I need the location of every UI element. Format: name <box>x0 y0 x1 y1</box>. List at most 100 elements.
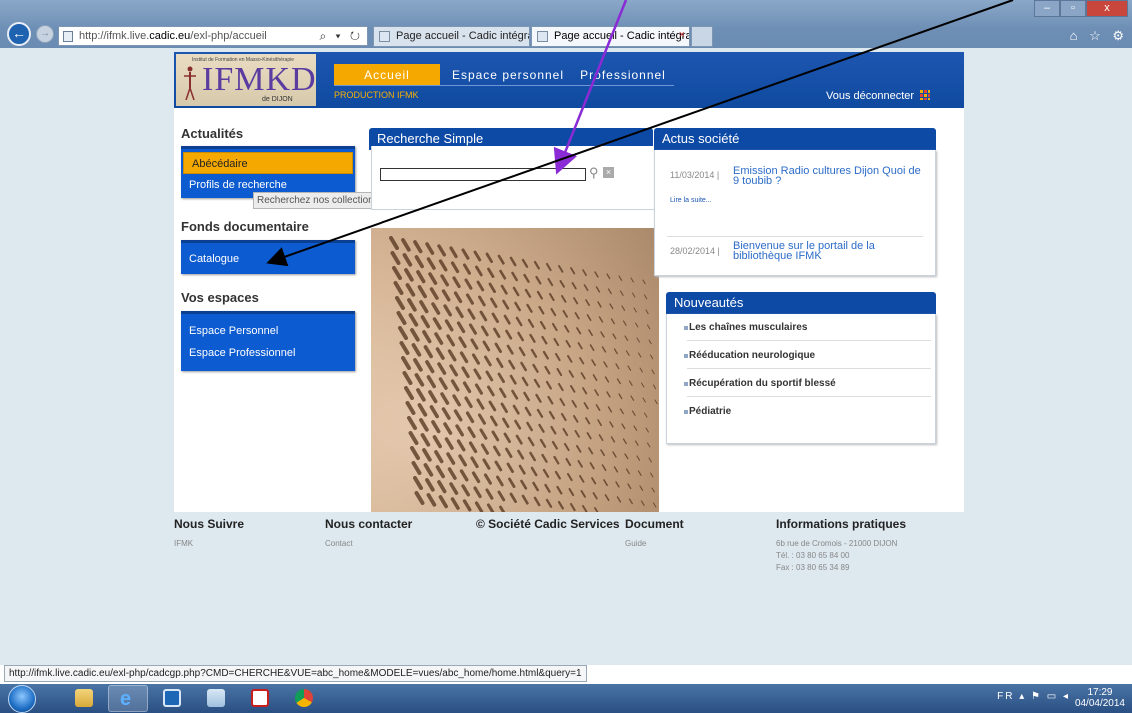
wall-slot <box>542 350 549 360</box>
actualites-title: Actualités <box>181 126 244 141</box>
address-tools-icons[interactable]: ⌕ ▾ ↻ <box>319 29 363 44</box>
wall-slot <box>557 500 564 510</box>
wall-slot <box>458 454 467 467</box>
system-tray[interactable]: FR ▴ ⚑ ▭ ◂ <box>997 691 1070 702</box>
new-item-link[interactable]: Récupération du sportif blessé <box>684 378 836 389</box>
wall-slot <box>444 319 454 332</box>
fonds-documentaire-menu: Catalogue <box>181 240 355 274</box>
wall-slot <box>520 361 527 372</box>
maximize-button[interactable]: ▫ <box>1060 0 1086 17</box>
wall-slot <box>541 335 548 345</box>
wall-slot <box>518 464 526 475</box>
new-item-link[interactable]: Pédiatrie <box>683 406 731 417</box>
wall-slot <box>455 424 464 437</box>
wall-slot <box>493 327 501 338</box>
wall-slot <box>447 467 457 480</box>
news-title-link[interactable]: Bienvenue sur le portail de la bibliothè… <box>733 241 913 262</box>
footer-link[interactable]: Guide <box>625 538 684 550</box>
menu-catalogue[interactable]: Catalogue <box>181 243 355 273</box>
home-favorites-settings-icons[interactable]: ⌂ ☆ ⚙ <box>1070 28 1128 44</box>
apps-grid-icon[interactable] <box>920 90 930 100</box>
wall-slot <box>402 371 413 385</box>
close-window-button[interactable]: x <box>1086 0 1128 17</box>
nav-professionnel[interactable]: Professionnel <box>574 64 672 86</box>
wall-slot <box>559 397 566 407</box>
clear-icon[interactable]: × <box>603 167 614 178</box>
tab-close-icon[interactable]: × <box>679 29 685 41</box>
menu-abecedaire[interactable]: Abécédaire <box>183 152 353 174</box>
taskbar-explorer[interactable] <box>64 685 104 712</box>
wall-slot <box>632 292 636 298</box>
browser-tab-1[interactable]: Page accueil - Cadic intégrale <box>373 26 530 47</box>
logout-link[interactable]: Vous déconnecter <box>826 90 914 102</box>
taskbar-internet-explorer[interactable]: e <box>108 685 148 712</box>
search-icon[interactable]: ⚲ <box>589 165 599 181</box>
taskbar-media-player[interactable] <box>152 685 192 712</box>
wall-slot <box>628 498 633 505</box>
browser-tab-2-active[interactable]: Page accueil - Cadic intégrale × <box>531 26 690 47</box>
wall-slot <box>499 387 507 399</box>
new-item-link[interactable]: Rééducation neurologique <box>683 350 815 361</box>
menu-espace-professionnel[interactable]: Espace Professionnel <box>181 342 355 364</box>
wall-slot <box>642 397 646 403</box>
wall-slot <box>582 387 588 395</box>
footer-nous-suivre: Nous Suivre IFMK <box>174 517 244 550</box>
wall-slot <box>568 370 574 378</box>
nav-accueil[interactable]: Accueil <box>334 64 440 86</box>
taskbar-acrobat[interactable] <box>240 685 280 712</box>
vos-espaces-title: Vos espaces <box>181 290 259 305</box>
wall-slot <box>462 381 472 394</box>
footer-link[interactable]: IFMK <box>174 538 244 550</box>
back-button[interactable]: ← <box>7 22 31 46</box>
wall-slot <box>497 490 506 502</box>
wall-slot <box>573 415 579 423</box>
wall-slot <box>582 505 588 512</box>
news-title-link[interactable]: Emission Radio cultures Dijon Quoi de 9 … <box>733 166 923 187</box>
wall-slot <box>395 296 405 310</box>
wall-slot <box>456 439 466 452</box>
logo-subtitle: de DIJON <box>262 96 293 103</box>
wall-slot <box>532 481 539 492</box>
wall-slot <box>609 421 614 428</box>
wall-slot <box>446 452 456 465</box>
wall-slot <box>586 432 592 440</box>
read-more-link[interactable]: Lire la suite... <box>670 197 712 204</box>
window-controls: – ▫ x <box>1034 0 1128 17</box>
wall-slot <box>471 471 481 484</box>
minimize-button[interactable]: – <box>1034 0 1060 17</box>
taskbar-chrome[interactable] <box>284 685 324 712</box>
wall-slot <box>485 252 493 263</box>
wall-slot <box>413 240 423 254</box>
address-bar[interactable]: http://ifmk.live.cadic.eu/exl-php/accuei… <box>58 26 368 46</box>
wall-slot <box>603 361 608 368</box>
new-item-link[interactable]: Les chaînes musculaires <box>683 322 807 333</box>
wall-slot <box>542 468 550 478</box>
new-tab-button[interactable] <box>691 26 713 47</box>
wall-slot <box>491 430 500 442</box>
wall-slot <box>452 276 461 289</box>
wall-slot <box>453 291 463 304</box>
wall-slot <box>509 256 517 267</box>
wall-slot <box>591 477 597 485</box>
address-url[interactable]: http://ifmk.live.cadic.eu/exl-php/accuei… <box>79 30 267 42</box>
search-input[interactable] <box>380 168 586 181</box>
wall-slot <box>627 365 632 371</box>
wall-slot <box>515 316 523 327</box>
wall-slot <box>411 343 422 357</box>
wall-slot <box>449 364 458 377</box>
nav-espace-personnel[interactable]: Espace personnel <box>450 64 566 86</box>
ifmkd-logo[interactable]: Institut de Formation en Masso-Kinésithé… <box>176 54 316 106</box>
wall-slot <box>453 409 463 422</box>
forward-button[interactable]: → <box>36 25 54 43</box>
chrome-icon <box>295 689 313 707</box>
menu-espace-personnel[interactable]: Espace Personnel <box>181 320 355 342</box>
wall-slot <box>455 306 464 319</box>
start-button[interactable] <box>8 685 36 713</box>
clock[interactable]: 17:29 04/04/2014 <box>1075 687 1125 709</box>
wall-slot <box>511 389 519 400</box>
wall-slot <box>598 434 604 441</box>
wall-slot <box>619 290 624 296</box>
footer-link[interactable]: Contact <box>325 538 412 550</box>
wall-slot <box>405 283 416 297</box>
taskbar-app[interactable] <box>196 685 236 712</box>
